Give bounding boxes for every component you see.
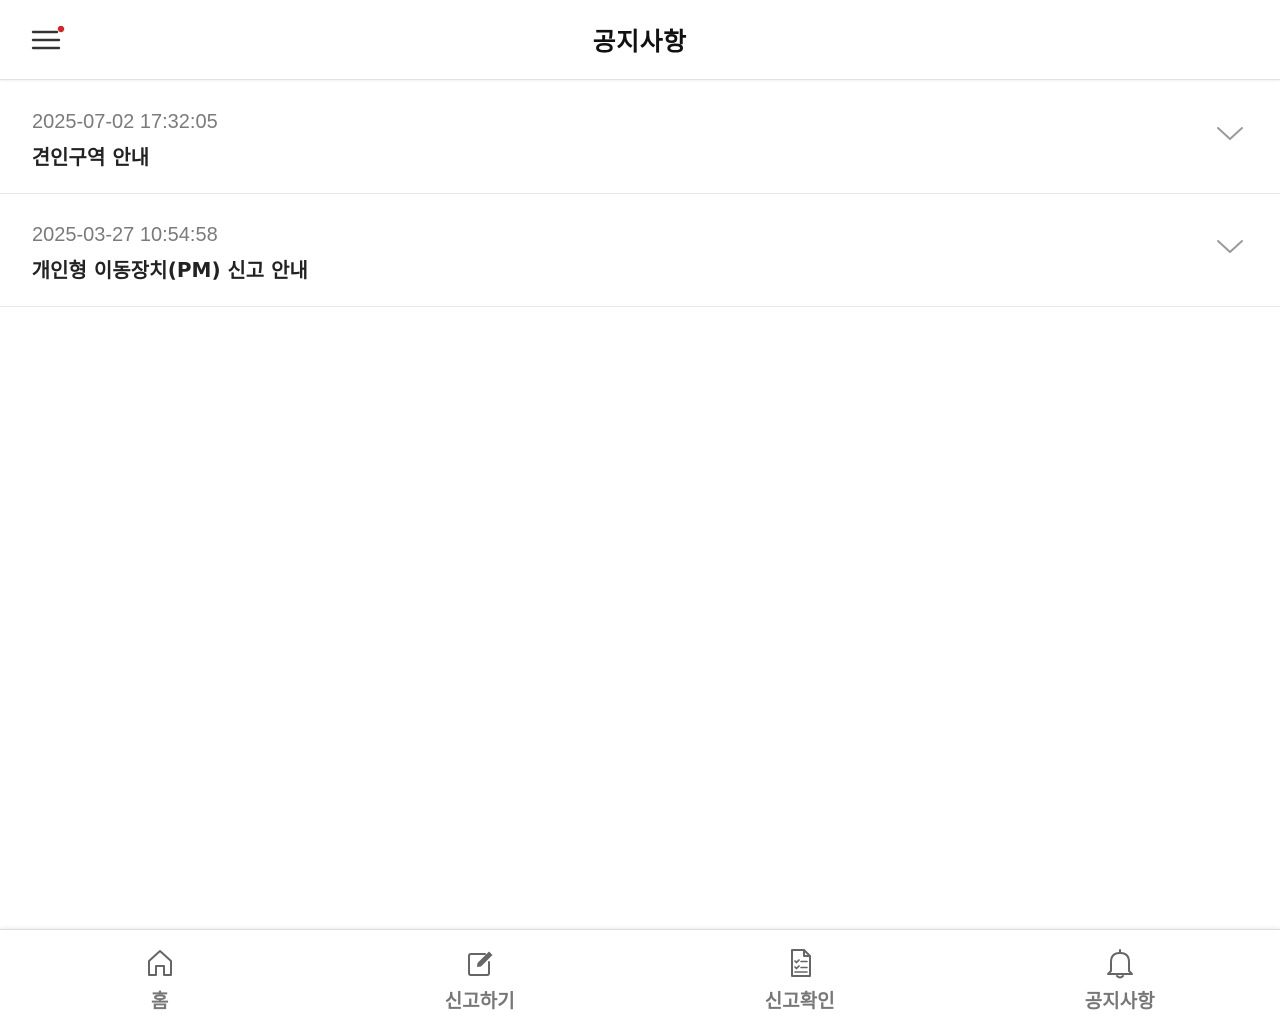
nav-item-check-report[interactable]: 신고확인 [640,930,960,1024]
nav-label: 신고하기 [445,990,515,1012]
nav-label: 홈 [151,990,169,1012]
chevron-down-icon[interactable] [1216,123,1244,143]
notice-date: 2025-03-27 10:54:58 [32,224,218,246]
nav-item-home[interactable]: 홈 [0,930,320,1024]
notice-list: 2025-07-02 17:32:05 견인구역 안내 2025-03-27 1… [0,81,1280,307]
notice-date: 2025-07-02 17:32:05 [32,111,218,133]
nav-label: 공지사항 [1085,990,1155,1012]
edit-icon [464,946,496,980]
notice-title: 견인구역 안내 [32,145,150,169]
top-header: 공지사항 [0,0,1280,80]
nav-label: 신고확인 [765,990,835,1012]
bell-icon [1104,946,1136,980]
chevron-down-icon[interactable] [1216,236,1244,256]
app-root: 공지사항 2025-07-02 17:32:05 견인구역 안내 2025-03… [0,0,1280,1024]
bottom-nav: 홈 신고하기 신고확인 공지사항 [0,929,1280,1024]
notice-item[interactable]: 2025-03-27 10:54:58 개인형 이동장치(PM) 신고 안내 [0,194,1280,307]
nav-item-notices[interactable]: 공지사항 [960,930,1280,1024]
home-icon [144,946,176,980]
document-check-icon [784,946,816,980]
page-title: 공지사항 [592,27,687,56]
notice-item[interactable]: 2025-07-02 17:32:05 견인구역 안내 [0,81,1280,194]
nav-item-report[interactable]: 신고하기 [320,930,640,1024]
notice-title: 개인형 이동장치(PM) 신고 안내 [32,258,309,282]
